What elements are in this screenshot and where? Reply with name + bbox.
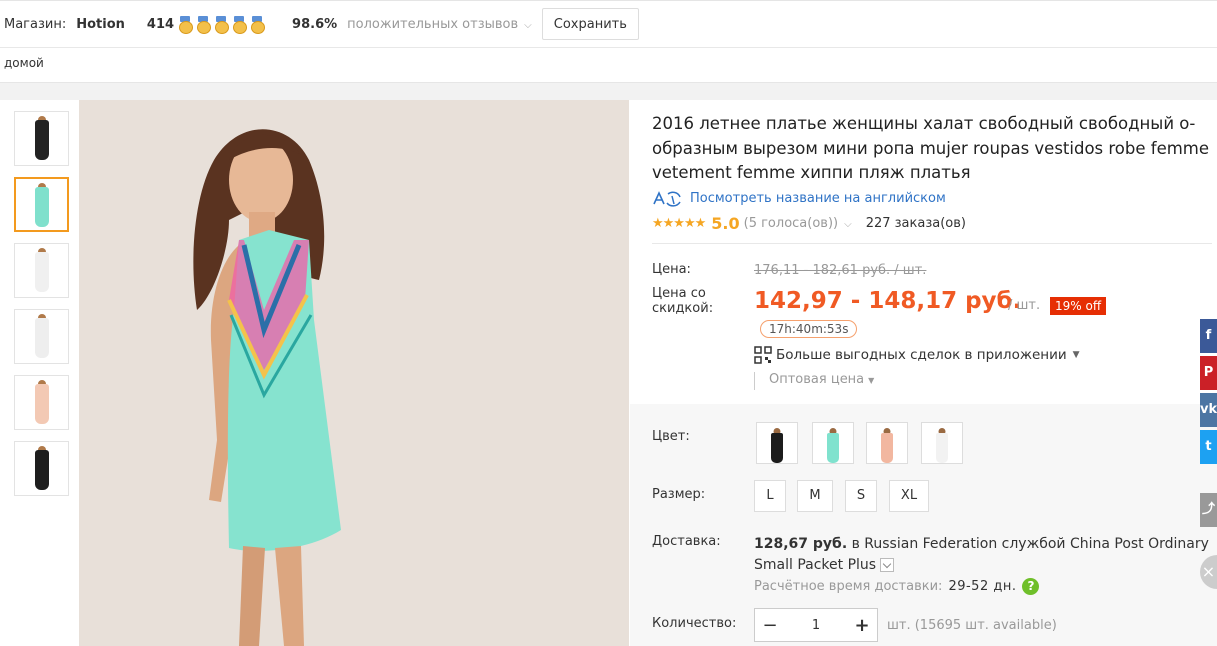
quantity-available: шт. (15695 шт. available) (887, 618, 1057, 633)
rating-votes-label: (5 голоса(ов)) (743, 215, 839, 231)
discount-badge: 19% off (1050, 296, 1107, 315)
product-thumbnail[interactable] (14, 243, 69, 298)
save-store-button[interactable]: Сохранить (541, 8, 639, 40)
store-medals (178, 16, 268, 34)
quantity-input[interactable] (785, 609, 847, 641)
quantity-decrease-button[interactable]: − (755, 609, 785, 641)
peach-dress-back-thumb (34, 384, 49, 424)
share-share-icon[interactable]: ⤴ (1200, 493, 1217, 527)
positive-feedback-pct: 98.6% (292, 16, 338, 32)
delivery-estimate-days: 29-52 дн. (948, 579, 1017, 594)
size-option-xl[interactable]: XL (889, 480, 929, 512)
vk-share-icon[interactable]: vk (1200, 393, 1217, 427)
mint-dress-thumb (34, 187, 49, 227)
black-dress-side-thumb (34, 450, 49, 490)
swatch-dress-shape (771, 433, 783, 463)
help-icon[interactable]: ? (1022, 578, 1040, 595)
medal-icon (178, 16, 194, 34)
social-share-bar: f Pvk t ⤴ (1200, 319, 1217, 530)
quantity-increase-button[interactable]: + (847, 609, 877, 641)
discount-price-label: Цена со скидкой: (652, 285, 714, 316)
rating-row: ★★★★★ 5.0 (5 голоса(ов)) ⌵ 227 заказа(ов) (652, 214, 1217, 233)
countdown-timer: 17h:40m:53s (760, 319, 858, 338)
original-price: 176,11 - 182,61 руб. / шт. (754, 262, 927, 278)
product-thumbnail[interactable] (14, 111, 69, 166)
wholesale-price-label: Оптовая цена (769, 371, 865, 387)
medal-icon (196, 16, 212, 34)
main-product-image[interactable] (79, 100, 629, 646)
quantity-label: Количество: (652, 616, 737, 631)
swatch-dress-shape (827, 433, 839, 463)
color-swatch-white[interactable] (921, 422, 963, 464)
color-swatch-peach[interactable] (866, 422, 908, 464)
chevron-down-icon: ⌵ (524, 19, 532, 31)
color-label: Цвет: (652, 429, 690, 444)
product-title: 2016 летнее платье женщины халат свободн… (652, 114, 1210, 182)
translate-title-label: Посмотреть название на английском (690, 191, 946, 206)
twitter-share-icon[interactable]: t (1200, 430, 1217, 464)
rating-votes-dropdown[interactable]: (5 голоса(ов)) ⌵ (744, 216, 852, 231)
positive-feedback-dropdown[interactable]: положительных отзывов ⌵ (347, 17, 532, 32)
price-label: Цена: (652, 261, 691, 277)
shipping-expand-icon[interactable] (880, 558, 895, 572)
rating-value: 5.0 (711, 213, 740, 233)
orders-count: 227 заказа(ов) (865, 215, 966, 231)
caret-down-icon: ▼ (1072, 349, 1080, 360)
breadcrumb-home[interactable]: домой (4, 56, 44, 70)
size-option-m[interactable]: M (797, 480, 833, 512)
product-thumbnail[interactable] (14, 375, 69, 430)
shipping-info: 128,67 руб. в Russian Federation службой… (754, 534, 1214, 576)
model-in-mint-dress-illustration (79, 100, 629, 646)
qr-code-icon (754, 345, 772, 364)
delivery-estimate: Расчётное время доставки: 29-52 дн. ? (754, 578, 1040, 595)
thumbnail-list (14, 111, 70, 507)
store-score: 414 (146, 16, 175, 32)
rating-stars: ★★★★★ (652, 215, 706, 231)
color-swatch-mint[interactable] (812, 422, 854, 464)
translate-title-link[interactable]: Посмотреть название на английском (652, 190, 1217, 208)
size-label: Размер: (652, 487, 706, 502)
white-pattern-dress-thumb (34, 252, 49, 292)
section-divider (0, 82, 1217, 100)
size-option-s[interactable]: S (845, 480, 877, 512)
swatch-dress-shape (881, 433, 893, 463)
medal-icon (214, 16, 230, 34)
medal-icon (232, 16, 248, 34)
store-name-link[interactable]: Hotion (76, 17, 125, 32)
price-block: Цена: 176,11 - 182,61 руб. / шт. Цена со… (652, 244, 1217, 398)
discount-price: 142,97 - 148,17 руб. (754, 287, 1022, 314)
quantity-stepper: − + (754, 608, 878, 642)
size-option-l[interactable]: L (754, 480, 786, 512)
delivery-estimate-label: Расчётное время доставки: (754, 579, 943, 594)
color-swatch-black[interactable] (756, 422, 798, 464)
product-thumbnail[interactable] (14, 309, 69, 364)
positive-feedback-label: положительных отзывов (347, 16, 519, 32)
chevron-down-icon: ⌵ (844, 218, 852, 230)
swatch-dress-shape (936, 433, 948, 463)
app-deals-dropdown[interactable]: Больше выгодных сделок в приложении ▼ (754, 345, 1080, 364)
facebook-share-icon[interactable]: f (1200, 319, 1217, 353)
price-unit: / шт. (1008, 297, 1041, 313)
product-info: 2016 летнее платье женщины халат свободн… (652, 100, 1217, 398)
white-pattern-dress-thumb (34, 318, 49, 358)
medal-icon (250, 16, 266, 34)
shipping-price: 128,67 руб. (754, 536, 848, 552)
caret-down-icon: ▼ (868, 375, 875, 385)
shipping-label: Доставка: (652, 534, 721, 549)
store-bar: Магазин: Hotion 414 98.6% положительных … (0, 0, 1217, 48)
product-thumbnail[interactable] (14, 177, 69, 232)
app-deals-label: Больше выгодных сделок в приложении (776, 346, 1067, 363)
translate-icon (652, 190, 684, 208)
product-options: Цвет: Размер: L M S XL Доставка: 128,67 руб… (630, 404, 1217, 646)
wholesale-price-dropdown[interactable]: Оптовая цена ▼ (754, 371, 875, 390)
black-dress-thumb (34, 120, 49, 160)
store-label: Магазин: (4, 16, 67, 32)
product-thumbnail[interactable] (14, 441, 69, 496)
pinterest-share-icon[interactable]: P (1200, 356, 1217, 390)
